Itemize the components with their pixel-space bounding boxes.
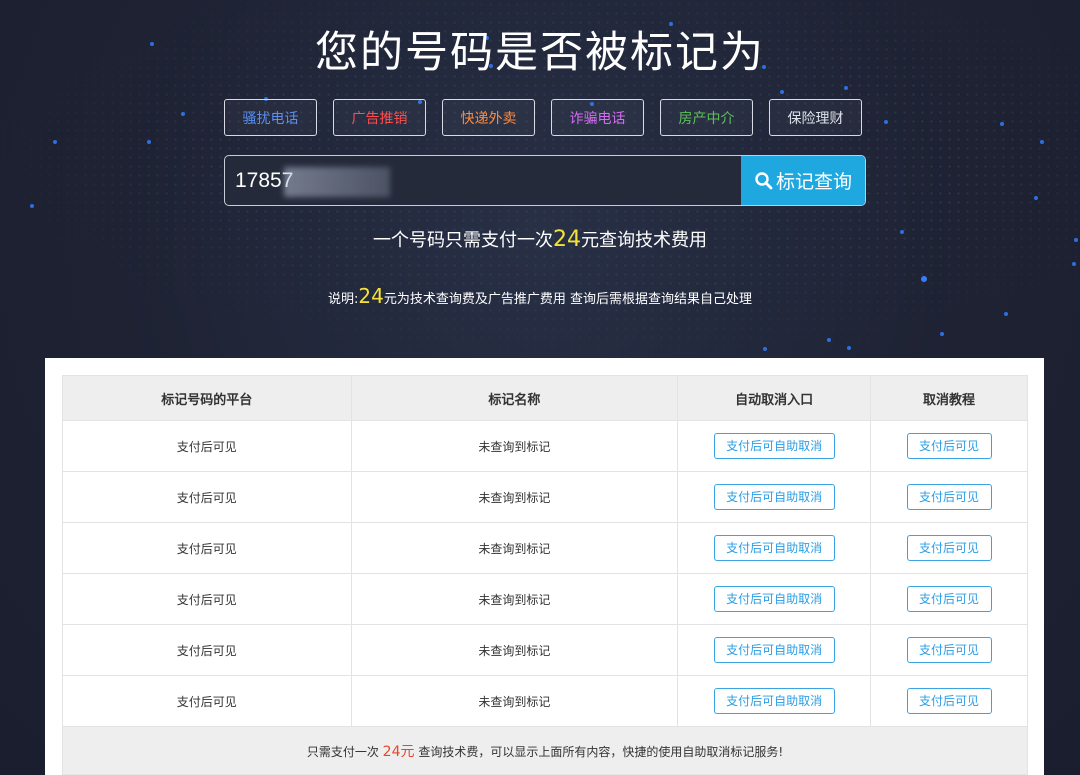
cell-mark-name: 未查询到标记 — [350, 522, 679, 574]
number-redaction — [284, 167, 390, 197]
self-cancel-button[interactable]: 支付后可自助取消 — [713, 688, 835, 714]
header-mark-name: 标记名称 — [350, 375, 679, 421]
footer-price: 24元 — [382, 743, 415, 760]
table-header-row: 标记号码的平台 标记名称 自动取消入口 取消教程 — [62, 375, 1028, 421]
cell-mark-name: 未查询到标记 — [350, 573, 679, 625]
cell-mark-name: 未查询到标记 — [350, 675, 679, 727]
table-row: 支付后可见 未查询到标记 支付后可自助取消 支付后可见 — [62, 675, 1028, 727]
cell-auto-cancel: 支付后可自助取消 — [677, 624, 872, 676]
tag-label: 保险理财 — [787, 110, 844, 127]
cell-auto-cancel: 支付后可自助取消 — [677, 522, 872, 574]
cell-auto-cancel: 支付后可自助取消 — [677, 420, 872, 472]
table-row: 支付后可见 未查询到标记 支付后可自助取消 支付后可见 — [62, 522, 1028, 574]
tag-label: 骚扰电话 — [242, 110, 299, 127]
price-line: 一个号码只需支付一次24元查询技术费用 — [0, 226, 1080, 252]
page: 您的号码是否被标记为 骚扰电话 广告推销 快递外卖 诈骗电话 房产中介 保险理财… — [0, 0, 1080, 775]
tag-harassment[interactable]: 骚扰电话 — [224, 99, 317, 136]
cell-platform: 支付后可见 — [62, 624, 352, 676]
table-row: 支付后可见 未查询到标记 支付后可自助取消 支付后可见 — [62, 573, 1028, 625]
cell-platform: 支付后可见 — [62, 675, 352, 727]
page-title: 您的号码是否被标记为 — [315, 28, 765, 78]
footer-text-after: 查询技术费，可以显示上面所有内容，快捷的使用自助取消标记服务! — [414, 744, 784, 759]
header-auto-cancel: 自动取消入口 — [677, 375, 872, 421]
note-amount: 24 — [358, 284, 384, 308]
table-footer: 只需支付一次 24元 查询技术费，可以显示上面所有内容，快捷的使用自助取消标记服… — [62, 726, 1028, 775]
header-platform: 标记号码的平台 — [62, 375, 352, 421]
note-prefix: 说明: — [328, 292, 359, 307]
cell-auto-cancel: 支付后可自助取消 — [677, 471, 872, 523]
tag-list: 骚扰电话 广告推销 快递外卖 诈骗电话 房产中介 保险理财 — [224, 99, 862, 136]
tag-insurance[interactable]: 保险理财 — [769, 99, 862, 136]
tag-delivery[interactable]: 快递外卖 — [442, 99, 535, 136]
cell-platform: 支付后可见 — [62, 573, 352, 625]
tutorial-button[interactable]: 支付后可见 — [906, 484, 992, 510]
tag-advertising[interactable]: 广告推销 — [333, 99, 426, 136]
cell-tutorial: 支付后可见 — [870, 522, 1028, 574]
header-tutorial: 取消教程 — [870, 375, 1028, 421]
cell-tutorial: 支付后可见 — [870, 675, 1028, 727]
price-text-before: 一个号码只需支付一次 — [373, 230, 553, 251]
cell-tutorial: 支付后可见 — [870, 420, 1028, 472]
price-text-after: 元查询技术费用 — [581, 230, 707, 251]
cell-platform: 支付后可见 — [62, 420, 352, 472]
cell-auto-cancel: 支付后可自助取消 — [677, 675, 872, 727]
cell-mark-name: 未查询到标记 — [350, 420, 679, 472]
note-text: 元为技术查询费及广告推广费用 查询后需根据查询结果自己处理 — [383, 292, 752, 307]
tag-label: 诈骗电话 — [569, 110, 626, 127]
cell-mark-name: 未查询到标记 — [350, 624, 679, 676]
tag-real-estate[interactable]: 房产中介 — [660, 99, 753, 136]
tutorial-button[interactable]: 支付后可见 — [906, 637, 992, 663]
footer-text-before: 只需支付一次 — [306, 744, 383, 759]
table-row: 支付后可见 未查询到标记 支付后可自助取消 支付后可见 — [62, 624, 1028, 676]
self-cancel-button[interactable]: 支付后可自助取消 — [713, 484, 835, 510]
tag-label: 快递外卖 — [460, 110, 517, 127]
tag-label: 广告推销 — [351, 110, 408, 127]
mark-query-button[interactable]: 标记查询 — [741, 156, 865, 205]
tag-fraud[interactable]: 诈骗电话 — [551, 99, 644, 136]
cell-platform: 支付后可见 — [62, 522, 352, 574]
tutorial-button[interactable]: 支付后可见 — [906, 586, 992, 612]
tag-label: 房产中介 — [678, 110, 735, 127]
tutorial-button[interactable]: 支付后可见 — [906, 688, 992, 714]
price-amount: 24 — [553, 227, 581, 252]
tutorial-button[interactable]: 支付后可见 — [906, 433, 992, 459]
mark-query-label: 标记查询 — [775, 172, 852, 193]
cell-platform: 支付后可见 — [62, 471, 352, 523]
cell-tutorial: 支付后可见 — [870, 573, 1028, 625]
cell-mark-name: 未查询到标记 — [350, 471, 679, 523]
table-row: 支付后可见 未查询到标记 支付后可自助取消 支付后可见 — [62, 420, 1028, 472]
self-cancel-button[interactable]: 支付后可自助取消 — [713, 637, 835, 663]
self-cancel-button[interactable]: 支付后可自助取消 — [713, 433, 835, 459]
results-table: 标记号码的平台 标记名称 自动取消入口 取消教程 支付后可见 未查询到标记 支付后可… — [62, 375, 1028, 775]
results-panel: 标记号码的平台 标记名称 自动取消入口 取消教程 支付后可见 未查询到标记 支付后可… — [45, 358, 1044, 775]
self-cancel-button[interactable]: 支付后可自助取消 — [713, 535, 835, 561]
search-icon — [755, 171, 773, 189]
note-line: 说明:24元为技术查询费及广告推广费用 查询后需根据查询结果自己处理 — [0, 284, 1080, 308]
cell-tutorial: 支付后可见 — [870, 471, 1028, 523]
tutorial-button[interactable]: 支付后可见 — [906, 535, 992, 561]
cell-auto-cancel: 支付后可自助取消 — [677, 573, 872, 625]
self-cancel-button[interactable]: 支付后可自助取消 — [713, 586, 835, 612]
table-footer-row: 只需支付一次 24元 查询技术费，可以显示上面所有内容，快捷的使用自助取消标记服… — [62, 726, 1028, 775]
cell-tutorial: 支付后可见 — [870, 624, 1028, 676]
table-row: 支付后可见 未查询到标记 支付后可自助取消 支付后可见 — [62, 471, 1028, 523]
